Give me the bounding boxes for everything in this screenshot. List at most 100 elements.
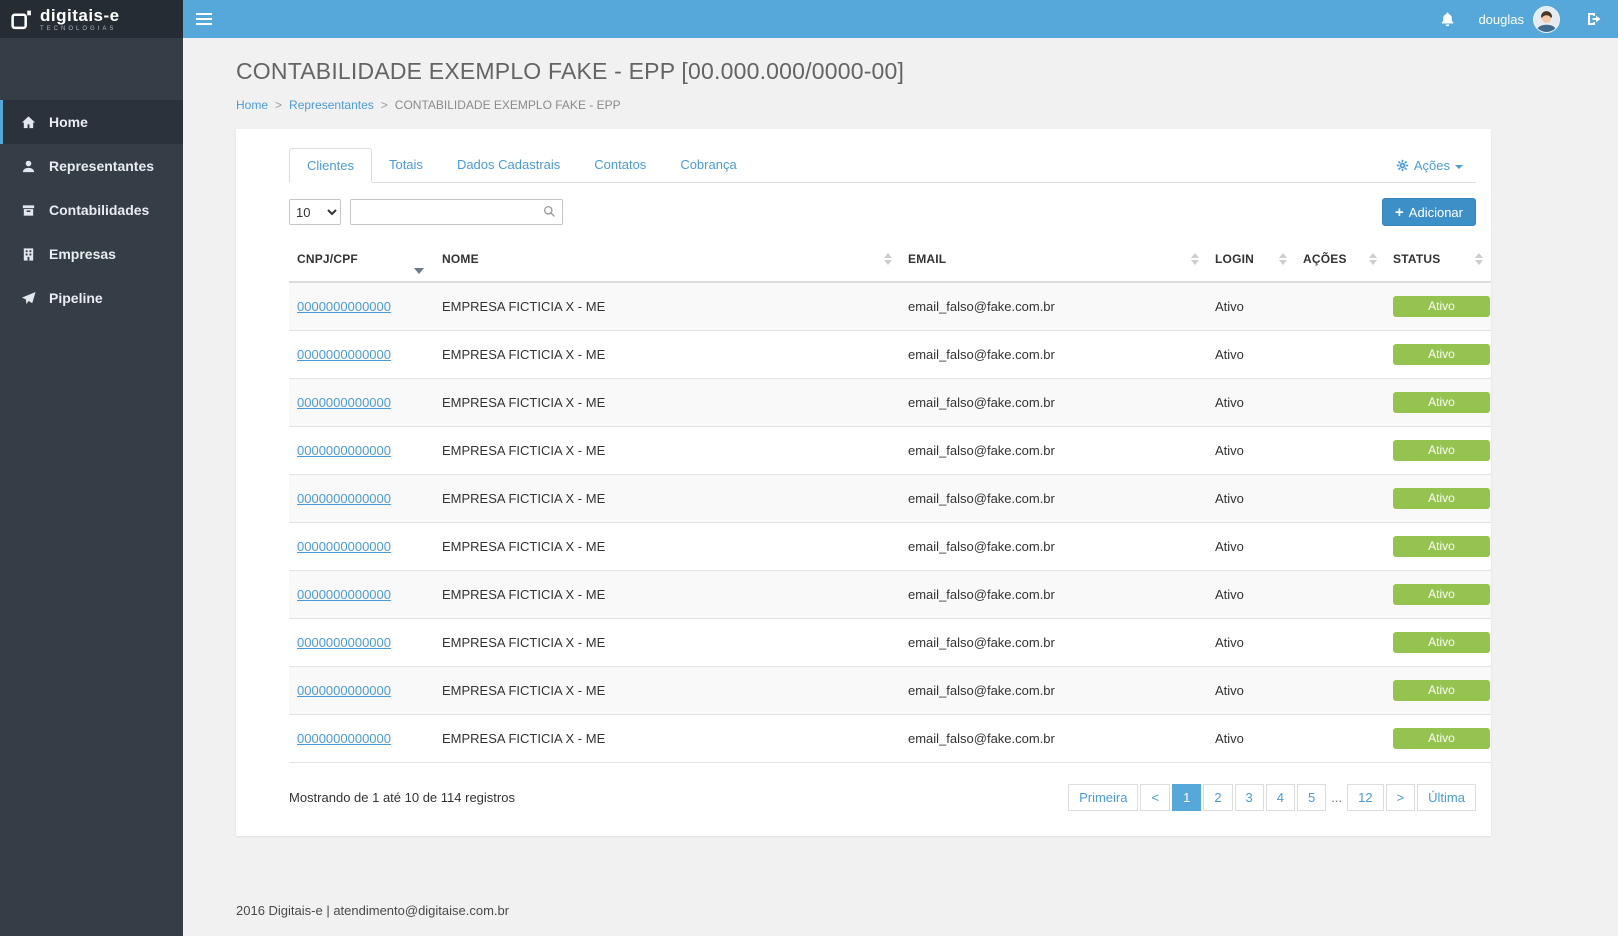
- cnpj-link[interactable]: 0000000000000: [297, 395, 391, 410]
- email-cell: email_falso@fake.com.br: [900, 522, 1207, 571]
- gear-icon: [1396, 159, 1409, 172]
- status-badge[interactable]: Ativo: [1393, 680, 1490, 701]
- col-header-status[interactable]: STATUS: [1385, 240, 1491, 283]
- email-cell: email_falso@fake.com.br: [900, 281, 1207, 331]
- status-badge[interactable]: Ativo: [1393, 632, 1490, 653]
- bell-icon: [1440, 11, 1455, 27]
- add-button-label: Adicionar: [1408, 204, 1463, 220]
- acoes-cell: [1295, 281, 1385, 331]
- cnpj-link[interactable]: 0000000000000: [297, 347, 391, 362]
- table-row: 0000000000000 EMPRESA FICTICIA X - ME emai…: [289, 378, 1491, 427]
- breadcrumb-representantes[interactable]: Representantes: [289, 98, 374, 112]
- status-badge[interactable]: Ativo: [1393, 728, 1490, 749]
- status-badge[interactable]: Ativo: [1393, 584, 1490, 605]
- table-row: 0000000000000 EMPRESA FICTICIA X - ME emai…: [289, 330, 1491, 379]
- cnpj-link[interactable]: 0000000000000: [297, 539, 391, 554]
- table-footer: Mostrando de 1 até 10 de 114 registros P…: [289, 784, 1476, 811]
- status-badge[interactable]: Ativo: [1393, 344, 1490, 365]
- sidebar-item-contabilidades[interactable]: Contabilidades: [0, 188, 183, 232]
- tab-contatos[interactable]: Contatos: [577, 148, 663, 183]
- col-header-acoes[interactable]: AÇÕES: [1295, 240, 1385, 283]
- building-icon: [20, 247, 37, 262]
- cnpj-link[interactable]: 0000000000000: [297, 683, 391, 698]
- tab-dados-cadastrais[interactable]: Dados Cadastrais: [440, 148, 577, 183]
- table-body: 0000000000000 EMPRESA FICTICIA X - ME emai…: [289, 281, 1491, 763]
- table-row: 0000000000000 EMPRESA FICTICIA X - ME emai…: [289, 281, 1491, 331]
- actions-dropdown[interactable]: Ações: [1396, 158, 1463, 173]
- cnpj-link[interactable]: 0000000000000: [297, 731, 391, 746]
- acoes-cell: [1295, 522, 1385, 571]
- sidebar-toggle-button[interactable]: [183, 0, 225, 38]
- cnpj-link[interactable]: 0000000000000: [297, 635, 391, 650]
- nome-cell: EMPRESA FICTICIA X - ME: [434, 474, 900, 523]
- brand-logo[interactable]: digitais-e TECNOLOGIAS: [0, 0, 183, 38]
- page-footer: 2016 Digitais-e | atendimento@digitaise.…: [236, 903, 510, 918]
- page-4[interactable]: 4: [1265, 784, 1296, 811]
- acoes-cell: [1295, 714, 1385, 763]
- page-next[interactable]: >: [1385, 784, 1416, 811]
- email-cell: email_falso@fake.com.br: [900, 714, 1207, 763]
- login-cell: Ativo: [1207, 474, 1295, 523]
- cnpj-link[interactable]: 0000000000000: [297, 587, 391, 602]
- add-button[interactable]: + Adicionar: [1382, 198, 1476, 226]
- page-5[interactable]: 5: [1297, 784, 1327, 811]
- sidebar-item-home[interactable]: Home: [0, 100, 183, 144]
- col-header-login[interactable]: LOGIN: [1207, 240, 1295, 283]
- search-box: [350, 199, 563, 225]
- email-cell: email_falso@fake.com.br: [900, 474, 1207, 523]
- breadcrumb-home[interactable]: Home: [236, 98, 268, 112]
- cnpj-link[interactable]: 0000000000000: [297, 443, 391, 458]
- logout-button[interactable]: [1570, 0, 1618, 38]
- search-input[interactable]: [350, 199, 563, 225]
- sidebar-item-pipeline[interactable]: Pipeline: [0, 276, 183, 320]
- page-size-select[interactable]: 10: [289, 199, 341, 225]
- col-header-cnpj[interactable]: CNPJ/CPF: [289, 240, 434, 283]
- col-header-email[interactable]: EMAIL: [900, 240, 1207, 283]
- login-cell: Ativo: [1207, 378, 1295, 427]
- status-badge[interactable]: Ativo: [1393, 440, 1490, 461]
- col-header-nome[interactable]: NOME: [434, 240, 900, 283]
- page-2[interactable]: 2: [1203, 784, 1233, 811]
- status-badge[interactable]: Ativo: [1393, 296, 1490, 317]
- cnpj-link[interactable]: 0000000000000: [297, 491, 391, 506]
- search-icon: [543, 205, 556, 218]
- page-12[interactable]: 12: [1347, 784, 1384, 811]
- status-badge[interactable]: Ativo: [1393, 488, 1490, 509]
- table-row: 0000000000000 EMPRESA FICTICIA X - ME emai…: [289, 570, 1491, 619]
- home-icon: [20, 115, 37, 130]
- page-prev[interactable]: <: [1140, 784, 1171, 811]
- tab-totais[interactable]: Totais: [372, 148, 440, 183]
- nome-cell: EMPRESA FICTICIA X - ME: [434, 570, 900, 619]
- email-cell: email_falso@fake.com.br: [900, 570, 1207, 619]
- tab-cobranca[interactable]: Cobrança: [663, 148, 753, 183]
- page-last[interactable]: Última: [1417, 784, 1476, 811]
- tab-clientes[interactable]: Clientes: [289, 148, 372, 183]
- nome-cell: EMPRESA FICTICIA X - ME: [434, 666, 900, 715]
- sidebar-item-representantes[interactable]: Representantes: [0, 144, 183, 188]
- status-badge[interactable]: Ativo: [1393, 392, 1490, 413]
- page-3[interactable]: 3: [1234, 784, 1264, 811]
- archive-icon: [20, 203, 37, 218]
- sort-desc-icon: [414, 268, 424, 274]
- table-toolbar: 10 + Adicionar: [289, 198, 1476, 226]
- plus-icon: +: [1395, 203, 1404, 221]
- table-row: 0000000000000 EMPRESA FICTICIA X - ME emai…: [289, 714, 1491, 763]
- table-row: 0000000000000 EMPRESA FICTICIA X - ME emai…: [289, 618, 1491, 667]
- acoes-cell: [1295, 666, 1385, 715]
- notifications-button[interactable]: [1427, 0, 1468, 38]
- user-menu[interactable]: douglas: [1468, 0, 1570, 38]
- email-cell: email_falso@fake.com.br: [900, 618, 1207, 667]
- sidebar: digitais-e TECNOLOGIAS Home Representante…: [0, 0, 183, 936]
- login-cell: Ativo: [1207, 281, 1295, 331]
- breadcrumb: Home > Representantes > CONTABILIDADE EX…: [236, 98, 1563, 112]
- avatar: [1533, 5, 1560, 33]
- cnpj-link[interactable]: 0000000000000: [297, 299, 391, 314]
- topbar: douglas: [183, 0, 1618, 38]
- sidebar-item-empresas[interactable]: Empresas: [0, 232, 183, 276]
- page-1[interactable]: 1: [1172, 784, 1202, 811]
- sidebar-item-label: Pipeline: [49, 290, 103, 306]
- nome-cell: EMPRESA FICTICIA X - ME: [434, 522, 900, 571]
- username: douglas: [1478, 11, 1524, 27]
- status-badge[interactable]: Ativo: [1393, 536, 1490, 557]
- page-first[interactable]: Primeira: [1068, 784, 1139, 811]
